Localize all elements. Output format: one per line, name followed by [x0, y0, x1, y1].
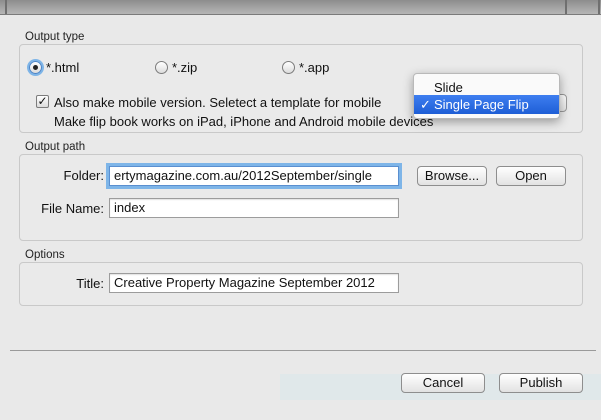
checkmark-icon: ✓ [37, 94, 48, 108]
radio-dot-icon [29, 61, 42, 74]
radio-zip-label: *.zip [172, 60, 198, 75]
bar-notch [5, 0, 7, 14]
radio-app[interactable]: *.app [282, 60, 329, 75]
radio-html-label: *.html [46, 60, 80, 75]
footer-divider [10, 350, 596, 351]
radio-dot-icon [282, 61, 295, 74]
menu-item-single-page-flip-label: Single Page Flip [434, 97, 529, 112]
file-name-input[interactable]: index [109, 198, 399, 218]
browse-button[interactable]: Browse... [417, 166, 487, 186]
bar-notch [598, 0, 600, 14]
folder-input[interactable]: ertymagazine.com.au/2012September/single [109, 166, 399, 186]
file-name-label: File Name: [41, 201, 104, 216]
radio-html[interactable]: *.html [29, 60, 79, 75]
checkmark-icon: ✓ [420, 97, 431, 112]
radio-zip[interactable]: *.zip [155, 60, 197, 75]
template-dropdown-menu: Slide ✓ Single Page Flip [413, 73, 560, 119]
output-path-heading: Output path [25, 141, 86, 153]
cancel-button[interactable]: Cancel [401, 373, 485, 393]
bar-notch [565, 0, 567, 14]
window-top-bar [0, 0, 601, 15]
title-input[interactable]: Creative Property Magazine September 201… [109, 273, 399, 293]
output-type-heading: Output type [25, 31, 85, 43]
options-heading: Options [25, 249, 65, 261]
mobile-version-label: Also make mobile version. Seletect a tem… [54, 95, 382, 110]
radio-dot-icon [155, 61, 168, 74]
title-label: Title: [76, 276, 104, 291]
publish-button[interactable]: Publish [499, 373, 583, 393]
menu-item-single-page-flip[interactable]: ✓ Single Page Flip [414, 95, 559, 114]
radio-app-label: *.app [299, 60, 330, 75]
mobile-version-description: Make flip book works on iPad, iPhone and… [54, 114, 434, 129]
folder-label: Folder: [63, 168, 104, 183]
open-button[interactable]: Open [496, 166, 566, 186]
mobile-version-checkbox[interactable]: ✓ [36, 95, 49, 108]
